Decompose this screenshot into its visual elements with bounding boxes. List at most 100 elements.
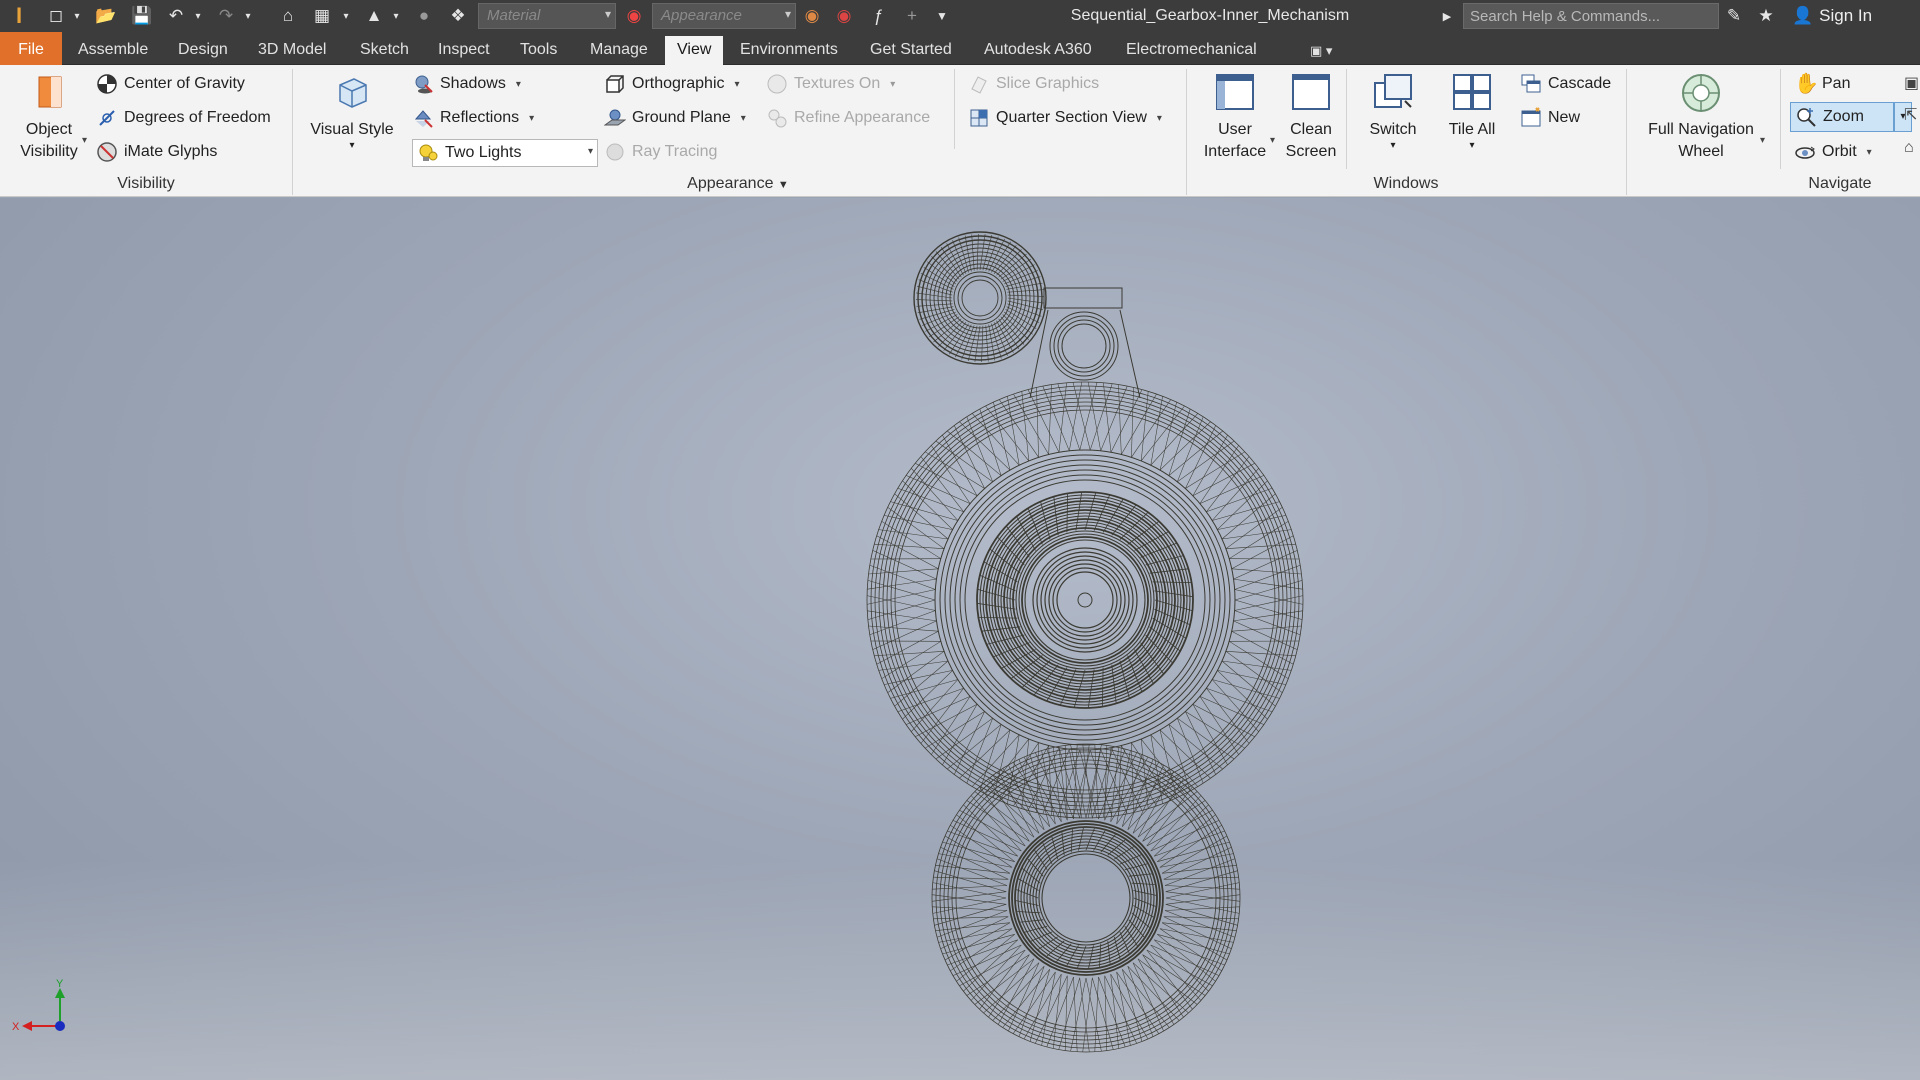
tab-3d-model[interactable]: 3D Model — [246, 36, 338, 65]
quarter-section-view-label: Quarter Section View — [996, 109, 1147, 126]
y-axis-label: Y — [56, 978, 64, 990]
wire-arm — [1029, 309, 1141, 399]
select-dropdown-icon[interactable]: ▾ — [390, 4, 402, 28]
view-cube-icon[interactable]: ▣ — [1904, 73, 1919, 93]
update-icon[interactable]: ▦ — [310, 4, 334, 28]
subscription-icon[interactable]: ✎ — [1722, 4, 1746, 28]
tab-manage[interactable]: Manage — [578, 36, 660, 65]
app-logo-icon[interactable]: I — [6, 3, 32, 28]
chevron-down-icon: ▾ — [515, 78, 521, 90]
new-window-icon — [1521, 107, 1541, 127]
wire-ring — [1077, 592, 1093, 608]
wire-ring — [991, 506, 1179, 694]
home-view-icon[interactable]: ⌂ — [1904, 139, 1914, 157]
pan-button[interactable]: ✋ Pan — [1794, 70, 1850, 98]
tab-autodesk-a360[interactable]: Autodesk A360 — [972, 36, 1104, 65]
visual-style-button[interactable]: Visual Style ▾ — [306, 71, 398, 151]
wire-ring — [976, 491, 1194, 709]
chevron-down-icon[interactable]: ▾ — [1270, 135, 1275, 146]
measure-icon[interactable]: ● — [412, 4, 436, 28]
imate-glyphs-button[interactable]: iMate Glyphs — [96, 138, 217, 166]
favorites-star-icon[interactable]: ★ — [1754, 4, 1778, 28]
cascade-button[interactable]: Cascade — [1520, 70, 1611, 98]
expand-right-icon[interactable]: ▶ — [1440, 4, 1454, 28]
degrees-of-freedom-button[interactable]: Degrees of Freedom — [96, 104, 271, 132]
full-navigation-wheel-button[interactable]: Full Navigation Wheel — [1636, 71, 1766, 163]
orbit-button[interactable]: Orbit ▾ — [1794, 138, 1872, 166]
shadows-button[interactable]: Shadows ▾ — [412, 70, 521, 98]
add-icon[interactable]: + — [900, 4, 924, 28]
chevron-down-icon[interactable]: ▾ — [82, 135, 87, 146]
redo-icon[interactable]: ↷ — [214, 4, 238, 28]
open-folder-icon[interactable]: 📂 — [94, 4, 118, 28]
clear-appearance-icon[interactable]: ◉ — [832, 4, 856, 28]
chevron-down-icon[interactable]: ▾ — [1760, 135, 1765, 146]
material-combo[interactable]: Material ▾ — [478, 3, 616, 29]
tab-view[interactable]: View — [665, 36, 724, 65]
appearance-combo[interactable]: Appearance ▾ — [652, 3, 796, 29]
ground-plane-button[interactable]: Ground Plane ▾ — [604, 104, 746, 132]
wire-ring — [957, 275, 1003, 321]
home-icon[interactable]: ⌂ — [276, 4, 300, 28]
zoom-button[interactable]: Zoom — [1790, 102, 1894, 132]
tab-electromechanical[interactable]: Electromechanical — [1114, 36, 1269, 65]
graphics-viewport[interactable]: X Y — [0, 198, 1920, 1080]
reflections-icon — [414, 110, 433, 128]
tab-tools[interactable]: Tools — [508, 36, 569, 65]
lighting-style-select[interactable]: Two Lights ▾ — [412, 139, 598, 167]
save-icon[interactable]: 💾 — [130, 4, 154, 28]
adjust-appearance-icon[interactable]: ◉ — [800, 4, 824, 28]
wire-ring — [1024, 539, 1146, 661]
textures-on-button[interactable]: Textures On ▾ — [766, 70, 895, 98]
customize-dropdown-icon[interactable]: ▼ — [930, 4, 954, 28]
clean-screen-button[interactable]: Clean Screen — [1280, 71, 1342, 163]
center-of-gravity-button[interactable]: Center of Gravity — [96, 70, 245, 98]
reflections-button[interactable]: Reflections ▾ — [412, 104, 534, 132]
ray-tracing-button[interactable]: Ray Tracing — [604, 138, 717, 166]
new-window-button[interactable]: New — [1520, 104, 1580, 132]
orthographic-button[interactable]: Orthographic ▾ — [604, 70, 740, 98]
tab-get-started[interactable]: Get Started — [858, 36, 964, 65]
refine-appearance-button[interactable]: Refine Appearance — [766, 104, 930, 132]
wire-ring — [947, 759, 1225, 1037]
degrees-of-freedom-icon — [99, 110, 115, 126]
tab-design[interactable]: Design — [166, 36, 240, 65]
slice-graphics-button[interactable]: Slice Graphics — [968, 70, 1099, 98]
update-dropdown-icon[interactable]: ▾ — [340, 4, 352, 28]
new-file-icon[interactable]: ◻ — [44, 4, 68, 28]
shadows-label: Shadows — [440, 75, 506, 92]
quarter-section-view-button[interactable]: Quarter Section View ▾ — [968, 104, 1162, 132]
undo-dropdown-icon[interactable]: ▾ — [192, 4, 204, 28]
new-dropdown-icon[interactable]: ▾ — [70, 4, 84, 28]
appearance-panel-title[interactable]: Appearance ▼ — [292, 175, 1184, 193]
cascade-label: Cascade — [1548, 75, 1612, 92]
redo-dropdown-icon[interactable]: ▾ — [242, 4, 254, 28]
object-visibility-button[interactable]: Object Visibility — [10, 71, 88, 163]
tab-file[interactable]: File — [0, 32, 62, 65]
switch-button[interactable]: Switch ▾ — [1356, 71, 1430, 151]
textures-icon — [767, 74, 787, 94]
color-override-icon[interactable]: ❖ — [446, 4, 470, 28]
tab-assemble[interactable]: Assemble — [66, 36, 160, 65]
gearbox-wireframe-model[interactable] — [0, 198, 1920, 1080]
search-help-input[interactable]: Search Help & Commands... — [1463, 3, 1719, 29]
zoom-all-icon[interactable]: ⇱ — [1904, 105, 1917, 125]
undo-icon[interactable]: ↶ — [164, 4, 188, 28]
ribbon-tab-bar: File Assemble Design 3D Model Sketch Ins… — [0, 32, 1920, 65]
user-interface-button[interactable]: User Interface — [1196, 71, 1274, 163]
select-icon[interactable]: ▲ — [362, 4, 386, 28]
wire-ring — [929, 247, 1031, 349]
tile-all-label: Tile All — [1448, 121, 1496, 138]
ribbon-display-toggle-icon[interactable]: ▣ ▾ — [1298, 36, 1344, 65]
tab-environments[interactable]: Environments — [728, 36, 850, 65]
wire-ring — [890, 405, 1280, 795]
chevron-down-icon: ▾ — [1156, 112, 1162, 124]
tile-all-button[interactable]: Tile All ▾ — [1436, 71, 1508, 151]
tab-sketch[interactable]: Sketch — [348, 36, 421, 65]
clean-screen-icon — [1292, 74, 1330, 110]
tab-inspect[interactable]: Inspect — [426, 36, 502, 65]
parameters-fx-icon[interactable]: ƒ — [866, 4, 890, 28]
sign-in-button[interactable]: 👤 Sign In — [1792, 6, 1872, 26]
appearance-ball-icon[interactable]: ◉ — [622, 4, 646, 28]
slice-graphics-icon — [971, 76, 987, 94]
